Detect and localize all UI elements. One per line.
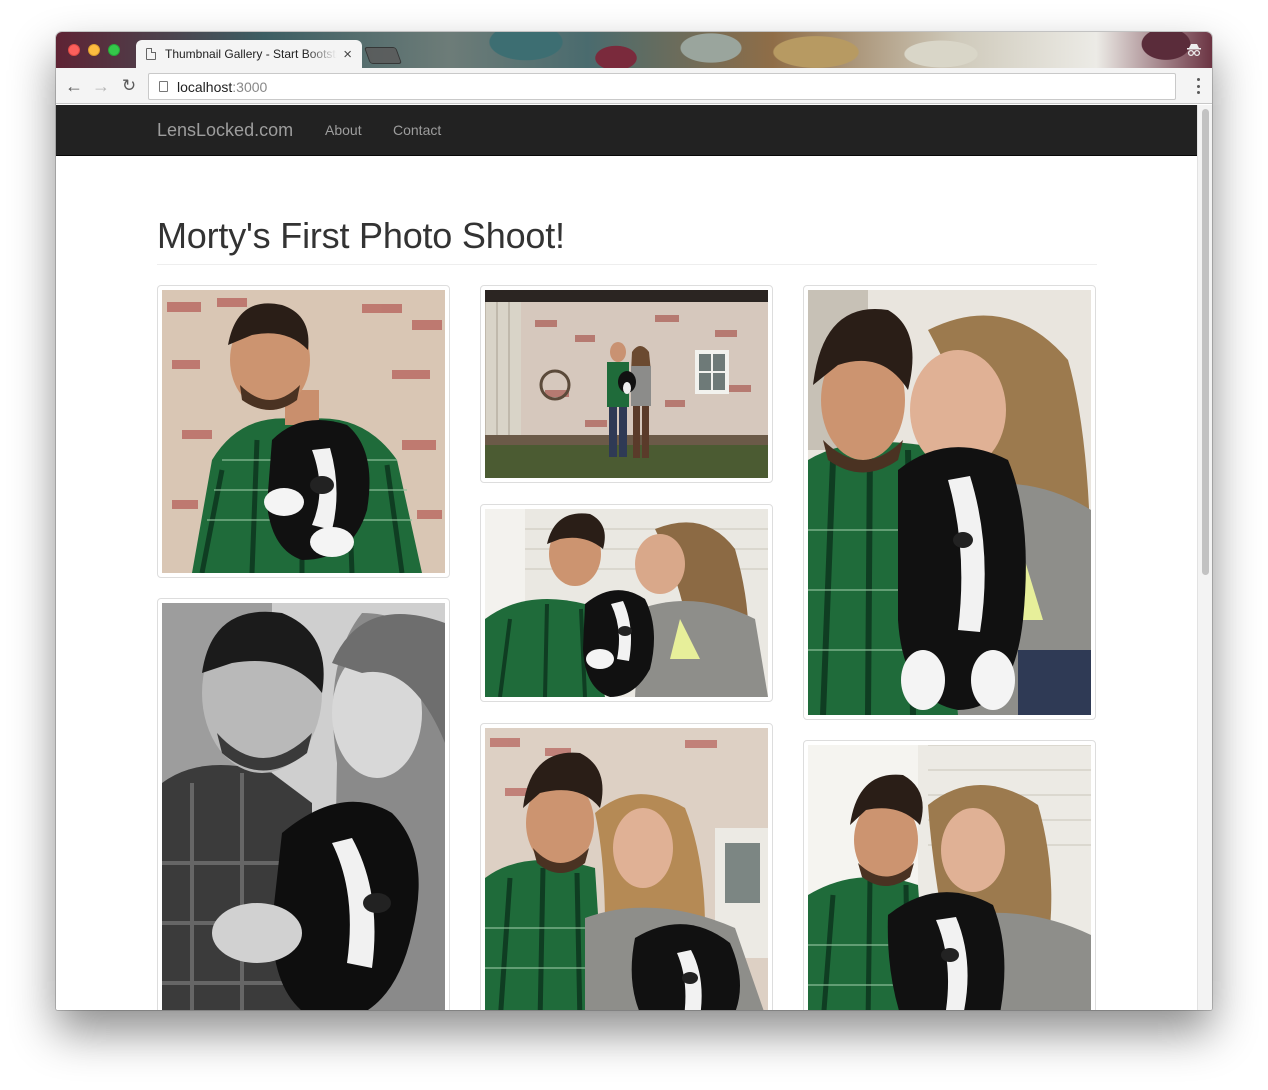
url-host: localhost [177,78,233,95]
browser-toolbar: ← → ↻ localhost:3000 [56,68,1212,104]
address-bar[interactable]: localhost:3000 [148,73,1176,100]
url-port: :3000 [232,78,268,95]
tab-title: Thumbnail Gallery - Start Bootstrap Temp… [165,47,337,61]
gallery-photo [808,745,1091,1010]
page-viewport: LensLocked.com About Contact Morty's Fir… [56,105,1212,1010]
new-tab-button[interactable] [363,47,403,64]
nav-link-contact[interactable]: Contact [393,122,441,138]
minimize-window-button[interactable] [88,44,100,56]
gallery-thumbnail[interactable] [803,740,1096,1010]
page-info-icon[interactable] [159,81,168,92]
reload-icon[interactable]: ↻ [119,76,139,96]
gallery-photo [485,290,768,478]
gallery-photo [162,290,445,573]
gallery-thumbnail[interactable] [480,723,773,1010]
back-arrow-icon[interactable]: ← [64,76,84,96]
gallery-photo [808,290,1091,715]
brand-link[interactable]: LensLocked.com [157,120,293,141]
browser-window: Thumbnail Gallery - Start Bootstrap Temp… [56,32,1212,1010]
vertical-scrollbar[interactable] [1197,105,1212,1010]
gallery-thumbnail[interactable] [157,285,450,578]
close-window-button[interactable] [68,44,80,56]
gallery-thumbnail[interactable] [157,598,450,1010]
tab-active[interactable]: Thumbnail Gallery - Start Bootstrap Temp… [136,40,362,68]
title-divider [157,264,1097,265]
gallery-thumbnail[interactable] [803,285,1096,720]
gallery-thumbnail[interactable] [480,285,773,483]
nav-link-about[interactable]: About [325,122,362,138]
tab-strip: Thumbnail Gallery - Start Bootstrap Temp… [56,32,1212,68]
forward-arrow-icon[interactable]: → [91,76,111,96]
page-title: Morty's First Photo Shoot! [157,215,565,256]
scrollbar-thumb[interactable] [1202,109,1209,575]
page-icon [146,48,156,60]
tab-close-icon[interactable]: × [343,47,352,62]
gallery-thumbnail[interactable] [480,504,773,702]
gallery-photo [162,603,445,1010]
zoom-window-button[interactable] [108,44,120,56]
gallery-photo [485,728,768,1010]
site-navbar: LensLocked.com About Contact [56,105,1197,156]
gallery-photo [485,509,768,697]
incognito-icon[interactable] [1186,42,1202,58]
menu-icon[interactable] [1196,78,1200,94]
